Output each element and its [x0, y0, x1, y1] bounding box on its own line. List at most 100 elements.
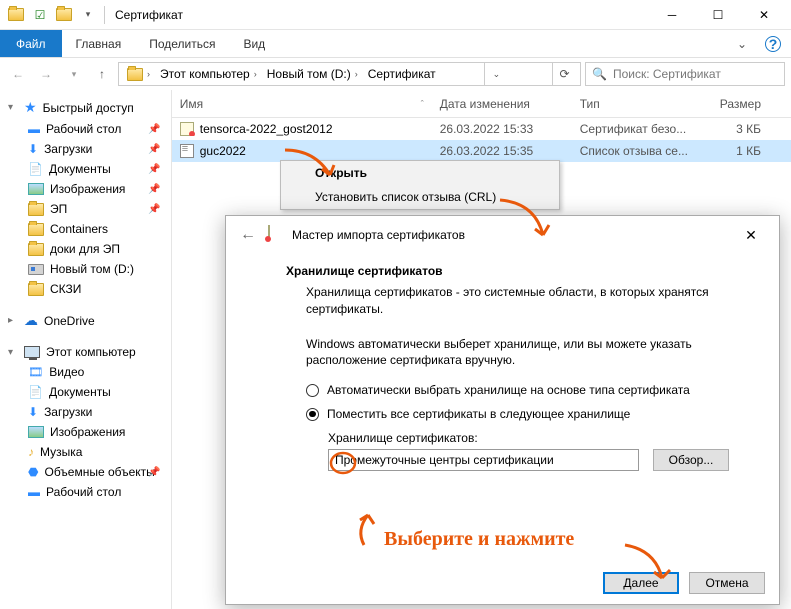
nav-back-button[interactable]: ←: [6, 62, 30, 86]
store-input[interactable]: Промежуточные центры сертификации: [328, 449, 639, 471]
breadcrumb[interactable]: › Этот компьютер › Новый том (D:) › Серт…: [118, 62, 581, 86]
ctx-install-crl[interactable]: Установить список отзыва (CRL): [281, 185, 559, 209]
cloud-icon: ☁: [24, 312, 38, 329]
pin-icon: 📌: [148, 164, 160, 175]
file-size: 1 КБ: [712, 144, 791, 158]
radio-off-icon: [306, 384, 319, 397]
col-type[interactable]: Тип: [572, 97, 712, 111]
refresh-icon[interactable]: ⟳: [552, 63, 576, 85]
search-icon: 🔍: [592, 67, 607, 81]
nav-doki[interactable]: доки для ЭП: [0, 239, 171, 259]
folder-icon: [8, 7, 24, 23]
file-type: Список отзыва се...: [572, 144, 712, 158]
radio-auto-store[interactable]: Автоматически выбрать хранилище на основ…: [306, 383, 729, 397]
search-placeholder: Поиск: Сертификат: [613, 67, 721, 81]
nav-downloads2[interactable]: ⬇Загрузки: [0, 402, 171, 422]
cert-import-wizard: ← Мастер импорта сертификатов ✕ Хранилищ…: [225, 215, 780, 605]
nav-quick-access[interactable]: ▾★Быстрый доступ: [0, 96, 171, 119]
qa-check-icon[interactable]: ☑: [32, 7, 48, 23]
nav-documents2[interactable]: 📄Документы: [0, 382, 171, 402]
cancel-button[interactable]: Отмена: [689, 572, 765, 594]
separator: [104, 6, 105, 24]
nav-3dobjects[interactable]: ⬣Объемные объекты📌: [0, 462, 171, 482]
col-name[interactable]: Имяˆ: [172, 97, 432, 111]
radio-on-icon: [306, 408, 319, 421]
nav-music[interactable]: ♪Музыка: [0, 442, 171, 462]
ctx-open[interactable]: Открыть: [281, 161, 559, 185]
pc-icon: [24, 346, 40, 358]
nav-pictures2[interactable]: Изображения: [0, 422, 171, 442]
file-row[interactable]: tensorca-2022_gost2012 26.03.2022 15:33 …: [172, 118, 791, 140]
nav-recent-icon[interactable]: ▾: [62, 62, 86, 86]
breadcrumb-2[interactable]: Сертификат: [364, 67, 440, 81]
nav-onedrive[interactable]: ▸☁OneDrive: [0, 309, 171, 332]
cert-wizard-icon: [268, 226, 286, 244]
wizard-title: Мастер импорта сертификатов: [292, 228, 465, 242]
nav-downloads[interactable]: ⬇Загрузки📌: [0, 139, 171, 159]
browse-button[interactable]: Обзор...: [653, 449, 729, 471]
nav-pictures[interactable]: Изображения📌: [0, 179, 171, 199]
pin-icon: 📌: [148, 124, 160, 135]
nav-forward-button: →: [34, 62, 58, 86]
breadcrumb-root-icon[interactable]: ›: [123, 68, 154, 81]
address-bar: ← → ▾ ↑ › Этот компьютер › Новый том (D:…: [0, 58, 791, 90]
help-icon[interactable]: ?: [765, 36, 781, 52]
window-title: Сертификат: [115, 8, 183, 22]
col-size[interactable]: Размер: [712, 97, 791, 111]
nav-documents[interactable]: 📄Документы📌: [0, 159, 171, 179]
maximize-button[interactable]: ☐: [695, 0, 741, 30]
sort-asc-icon: ˆ: [421, 99, 424, 109]
wizard-back-button[interactable]: ←: [234, 221, 262, 249]
tab-file[interactable]: Файл: [0, 30, 62, 57]
close-button[interactable]: ✕: [741, 0, 787, 30]
titlebar: ☑ ▾ Сертификат ─ ☐ ✕: [0, 0, 791, 30]
ribbon-expand-icon[interactable]: ⌄: [737, 37, 747, 51]
column-headers: Имяˆ Дата изменения Тип Размер: [172, 90, 791, 118]
breadcrumb-0[interactable]: Этот компьютер ›: [156, 67, 261, 81]
tab-share[interactable]: Поделиться: [135, 30, 229, 57]
nav-thispc[interactable]: ▾Этот компьютер: [0, 342, 171, 362]
nav-up-button[interactable]: ↑: [90, 62, 114, 86]
nav-desktop[interactable]: ▬Рабочий стол📌: [0, 119, 171, 139]
file-row-selected[interactable]: guc2022 26.03.2022 15:35 Список отзыва с…: [172, 140, 791, 162]
pictures-icon: [28, 183, 44, 195]
file-date: 26.03.2022 15:35: [432, 144, 572, 158]
star-icon: ★: [24, 99, 37, 116]
search-input[interactable]: 🔍 Поиск: Сертификат: [585, 62, 785, 86]
crl-icon: [180, 144, 194, 158]
nav-containers[interactable]: Containers: [0, 219, 171, 239]
file-name: tensorca-2022_gost2012: [200, 122, 333, 136]
wizard-heading: Хранилище сертификатов: [286, 264, 729, 278]
context-menu: Открыть Установить список отзыва (CRL): [280, 160, 560, 210]
qa-dropdown-icon[interactable]: ▾: [80, 7, 96, 23]
ribbon-tabs: Файл Главная Поделиться Вид ⌄ ?: [0, 30, 791, 58]
breadcrumb-dropdown-icon[interactable]: ⌄: [484, 63, 508, 85]
folder-icon: [28, 283, 44, 296]
disk-icon: [28, 264, 44, 275]
pin-icon: 📌: [148, 184, 160, 195]
folder-icon: [28, 203, 44, 216]
wizard-text-1: Хранилища сертификатов - это системные о…: [306, 284, 729, 318]
nav-pane: ▾★Быстрый доступ ▬Рабочий стол📌 ⬇Загрузк…: [0, 90, 172, 609]
next-button[interactable]: Далее: [603, 572, 679, 594]
qa-props-icon[interactable]: [56, 7, 72, 23]
nav-skzi[interactable]: СКЗИ: [0, 279, 171, 299]
nav-video[interactable]: 🎞Видео: [0, 362, 171, 382]
radio-manual-store[interactable]: Поместить все сертификаты в следующее хр…: [306, 407, 729, 421]
pin-icon: 📌: [148, 144, 160, 155]
cert-icon: [180, 122, 194, 136]
breadcrumb-1[interactable]: Новый том (D:) ›: [263, 67, 362, 81]
col-date[interactable]: Дата изменения: [432, 97, 572, 111]
file-date: 26.03.2022 15:33: [432, 122, 572, 136]
file-size: 3 КБ: [712, 122, 791, 136]
pictures-icon: [28, 426, 44, 438]
minimize-button[interactable]: ─: [649, 0, 695, 30]
nav-newvol[interactable]: Новый том (D:): [0, 259, 171, 279]
folder-icon: [28, 243, 44, 256]
tab-home[interactable]: Главная: [62, 30, 136, 57]
tab-view[interactable]: Вид: [229, 30, 279, 57]
nav-desktop2[interactable]: ▬Рабочий стол: [0, 482, 171, 502]
file-name: guc2022: [200, 144, 246, 158]
wizard-close-button[interactable]: ✕: [731, 220, 771, 250]
nav-ep[interactable]: ЭП📌: [0, 199, 171, 219]
